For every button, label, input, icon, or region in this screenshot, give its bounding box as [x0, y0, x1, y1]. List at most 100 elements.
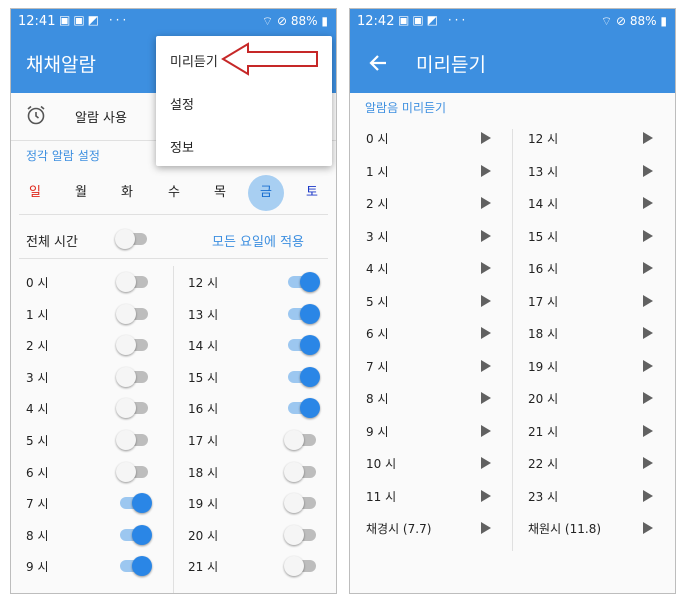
hour-toggle[interactable]: [284, 492, 320, 514]
hour-toggle[interactable]: [284, 397, 320, 419]
play-icon[interactable]: [643, 392, 653, 404]
play-icon[interactable]: [481, 294, 491, 307]
hour-toggle[interactable]: [116, 555, 152, 577]
preview-label: 8 시: [366, 392, 389, 406]
preview-label: 18 시: [528, 327, 559, 341]
hour-toggle[interactable]: [116, 366, 152, 388]
play-icon[interactable]: [481, 229, 491, 242]
play-icon[interactable]: [481, 457, 491, 469]
section-title: 알람음 미리듣기: [365, 101, 447, 115]
hour-toggle[interactable]: [116, 461, 152, 483]
play-icon[interactable]: [481, 164, 491, 177]
play-icon[interactable]: [643, 457, 653, 469]
hour-toggle[interactable]: [116, 492, 152, 514]
play-icon[interactable]: [643, 164, 653, 177]
preview-label: 15 시: [528, 229, 559, 244]
hour-label: 7 시: [26, 497, 49, 512]
preview-label: 14 시: [528, 197, 559, 211]
play-icon[interactable]: [481, 197, 491, 209]
app-title: 미리듣기: [416, 54, 486, 76]
preview-label: 0 시: [366, 132, 389, 146]
preview-label: 13 시: [528, 164, 559, 179]
play-icon[interactable]: [481, 424, 491, 437]
hour-toggle[interactable]: [284, 271, 320, 293]
hour-toggle[interactable]: [116, 271, 152, 293]
preview-label: 23 시: [528, 489, 559, 504]
play-icon[interactable]: [643, 132, 653, 144]
hour-toggle[interactable]: [116, 397, 152, 419]
play-icon[interactable]: [481, 392, 491, 404]
preview-label: 7 시: [366, 359, 389, 374]
all-time-toggle[interactable]: [115, 228, 151, 250]
play-icon[interactable]: [643, 229, 653, 242]
battery-icon: ▮: [321, 14, 328, 28]
preview-label: 1 시: [366, 164, 389, 179]
hour-toggle[interactable]: [116, 334, 152, 356]
preview-label: 21 시: [528, 424, 559, 439]
preview-label: 9 시: [366, 424, 389, 439]
preview-label: 19 시: [528, 359, 559, 374]
status-bar: 12:42 ▣▣◩ ··· ⌔ ⊘ 88% ▮: [350, 9, 675, 35]
preview-label: 채경시 (7.7): [366, 522, 432, 536]
hour-toggle[interactable]: [116, 524, 152, 546]
preview-label: 채원시 (11.8): [528, 522, 602, 536]
hour-label: 20 시: [188, 528, 219, 543]
menu-item-settings[interactable]: 설정: [170, 94, 194, 113]
day-6[interactable]: 토: [294, 175, 330, 211]
hour-toggle[interactable]: [116, 429, 152, 451]
day-5[interactable]: 금: [248, 175, 284, 211]
day-0[interactable]: 일: [17, 175, 53, 211]
play-icon[interactable]: [481, 262, 491, 274]
red-callout-arrow-icon: [221, 42, 318, 76]
hour-label: 9 시: [26, 560, 49, 575]
play-icon[interactable]: [643, 489, 653, 502]
blocked-icon: ⊘: [616, 14, 627, 28]
play-icon[interactable]: [643, 424, 653, 437]
divider: [19, 214, 328, 215]
preview-label: 16 시: [528, 262, 559, 276]
back-arrow-icon[interactable]: [364, 48, 394, 78]
hour-label: 19 시: [188, 497, 219, 512]
battery-icon: ▮: [660, 14, 667, 28]
play-icon[interactable]: [643, 197, 653, 209]
preview-label: 2 시: [366, 197, 389, 211]
app-title: 채채알람: [26, 54, 96, 76]
play-icon[interactable]: [481, 327, 491, 339]
play-icon[interactable]: [643, 327, 653, 339]
hour-toggle[interactable]: [284, 429, 320, 451]
hour-label: 1 시: [26, 307, 49, 322]
hour-toggle[interactable]: [284, 303, 320, 325]
battery-level: 88%: [629, 14, 657, 28]
status-right: ⌔ ⊘ 88% ▮: [262, 14, 328, 29]
alarm-settings-screen: 12:41 ▣▣◩ ··· ⌔ ⊘ 88% ▮ 채채알람 알람 사용 정각 알람…: [10, 8, 337, 594]
preview-label: 6 시: [366, 327, 389, 341]
menu-item-preview[interactable]: 미리듣기: [170, 51, 218, 70]
hour-toggle[interactable]: [116, 303, 152, 325]
play-icon[interactable]: [643, 359, 653, 372]
day-1[interactable]: 월: [63, 175, 99, 211]
play-icon[interactable]: [643, 522, 653, 534]
day-3[interactable]: 수: [156, 175, 192, 211]
play-icon[interactable]: [481, 489, 491, 502]
menu-item-info[interactable]: 정보: [170, 137, 194, 156]
hour-label: 13 시: [188, 307, 219, 322]
hour-toggle[interactable]: [284, 334, 320, 356]
preview-label: 20 시: [528, 392, 559, 406]
hour-label: 2 시: [26, 339, 49, 354]
column-divider: [512, 129, 513, 551]
hour-toggle[interactable]: [284, 524, 320, 546]
play-icon[interactable]: [481, 359, 491, 372]
play-icon[interactable]: [643, 294, 653, 307]
play-icon[interactable]: [481, 522, 491, 534]
play-icon[interactable]: [481, 132, 491, 144]
status-right: ⌔ ⊘ 88% ▮: [601, 14, 667, 29]
hour-label: 4 시: [26, 402, 49, 417]
hour-toggle[interactable]: [284, 366, 320, 388]
day-2[interactable]: 화: [109, 175, 145, 211]
apply-all-days-button[interactable]: 모든 요일에 적용: [212, 231, 304, 250]
day-4[interactable]: 목: [202, 175, 238, 211]
hour-toggle[interactable]: [284, 461, 320, 483]
hour-label: 15 시: [188, 370, 219, 385]
hour-toggle[interactable]: [284, 555, 320, 577]
play-icon[interactable]: [643, 262, 653, 274]
